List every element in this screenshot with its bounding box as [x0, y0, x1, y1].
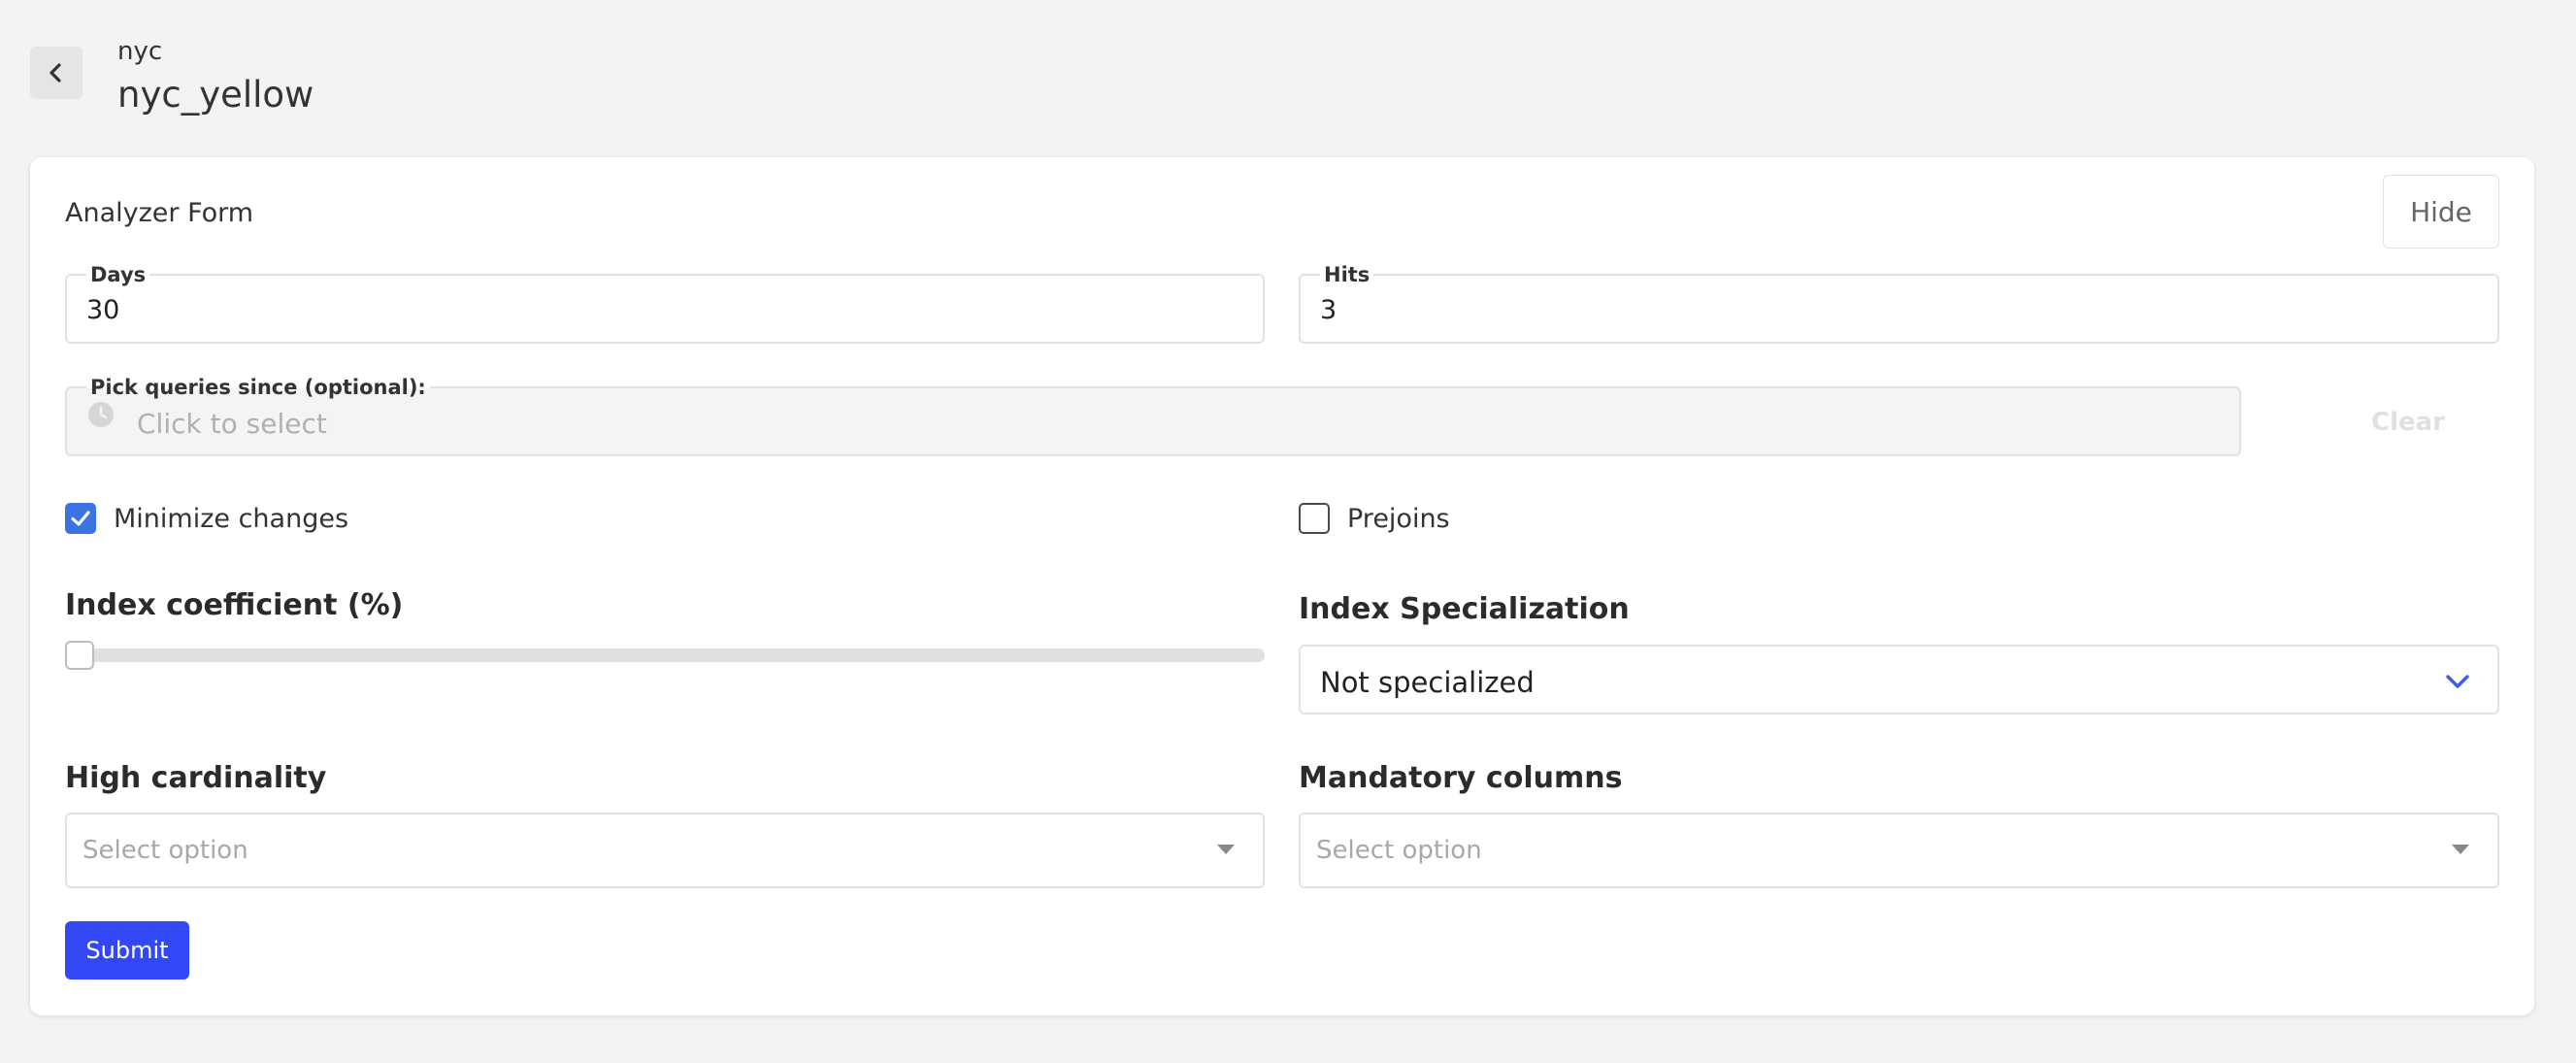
form-title: Analyzer Form [65, 198, 254, 228]
chevron-left-icon [50, 63, 61, 83]
chevron-down-icon [2446, 675, 2469, 688]
check-icon [71, 511, 90, 526]
index-coefficient-label: Index coefficient (%) [65, 588, 404, 622]
hits-field[interactable]: Hits 3 [1299, 263, 2499, 344]
since-date-placeholder: Click to select [137, 408, 327, 440]
index-coefficient-slider-handle[interactable] [65, 641, 94, 670]
days-input[interactable]: 30 [86, 295, 119, 325]
since-date-field[interactable]: Pick queries since (optional): Click to … [65, 376, 2241, 456]
clear-button[interactable]: Clear [2340, 408, 2476, 437]
caret-down-icon [2452, 845, 2469, 854]
minimize-changes-option[interactable]: Minimize changes [65, 501, 348, 536]
since-date-label: Pick queries since (optional): [86, 376, 430, 399]
index-specialization-select[interactable]: Not specialized [1299, 645, 2499, 714]
caret-down-icon [1217, 845, 1235, 854]
prejoins-option[interactable]: Prejoins [1299, 501, 1450, 536]
analyzer-form-card: Analyzer Form Hide Days 30 Hits 3 Pick q… [30, 157, 2534, 1015]
mandatory-columns-select[interactable]: Select option [1299, 813, 2499, 888]
index-coefficient-slider-track[interactable] [65, 648, 1265, 662]
clock-icon [88, 402, 114, 427]
hits-label: Hits [1320, 263, 1374, 286]
high-cardinality-select[interactable]: Select option [65, 813, 1265, 888]
prejoins-checkbox[interactable] [1299, 503, 1330, 534]
days-label: Days [86, 263, 150, 286]
prejoins-label: Prejoins [1347, 503, 1450, 534]
breadcrumb[interactable]: nyc [117, 37, 162, 66]
mandatory-columns-label: Mandatory columns [1299, 761, 1623, 795]
page-title: nyc_yellow [117, 74, 314, 116]
days-field[interactable]: Days 30 [65, 263, 1265, 344]
minimize-changes-label: Minimize changes [114, 503, 349, 534]
index-specialization-label: Index Specialization [1299, 592, 1630, 626]
minimize-changes-checkbox[interactable] [65, 503, 96, 534]
high-cardinality-label: High cardinality [65, 761, 327, 795]
back-button[interactable] [30, 47, 83, 99]
hide-button[interactable]: Hide [2383, 175, 2499, 249]
high-cardinality-placeholder: Select option [83, 836, 248, 865]
index-specialization-value: Not specialized [1320, 666, 1535, 699]
page-header: nyc nyc_yellow [30, 0, 904, 146]
submit-button[interactable]: Submit [65, 921, 189, 980]
hits-input[interactable]: 3 [1320, 295, 1337, 325]
mandatory-columns-placeholder: Select option [1316, 836, 1482, 865]
